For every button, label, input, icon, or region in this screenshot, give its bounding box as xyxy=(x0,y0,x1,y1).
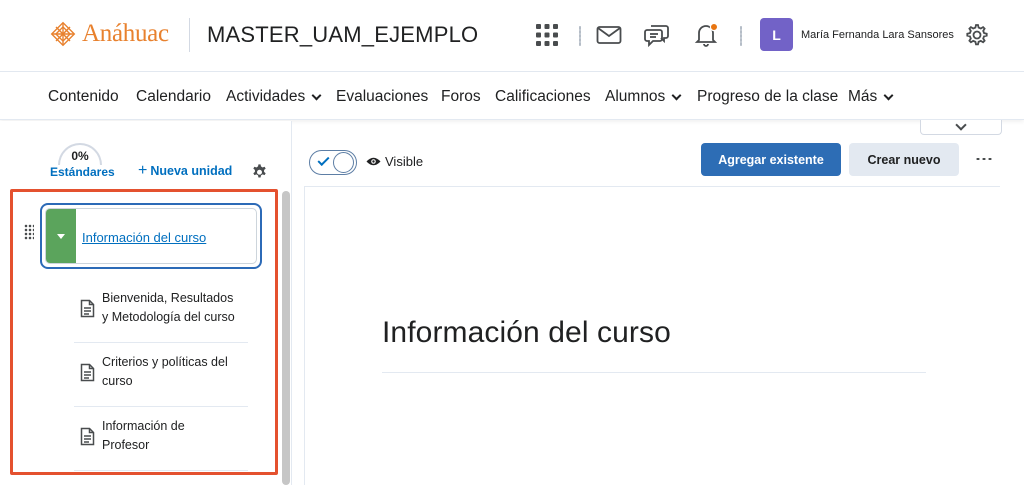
header-separator xyxy=(579,26,581,46)
new-unit-button[interactable]: + Nueva unidad xyxy=(138,163,232,179)
check-icon xyxy=(317,153,330,167)
document-icon xyxy=(80,299,95,323)
create-new-button[interactable]: Crear nuevo xyxy=(849,143,959,176)
course-title[interactable]: MASTER_UAM_EJEMPLO xyxy=(207,22,478,48)
progress-value: 0% xyxy=(71,149,89,163)
topic-label: Información de Profesor xyxy=(102,419,185,452)
unit-color-bar xyxy=(46,209,76,263)
toggle-knob xyxy=(333,152,354,173)
nav-label: Calificaciones xyxy=(495,88,591,105)
topic-item[interactable]: Bienvenida, Resultados y Metodología del… xyxy=(74,279,248,343)
unit-card[interactable]: Información del curso xyxy=(40,203,262,269)
nav-label: Alumnos xyxy=(605,88,666,105)
bell-icon[interactable] xyxy=(691,20,721,50)
unit-card-inner: Información del curso xyxy=(45,208,257,264)
nav-mas[interactable]: Más xyxy=(848,88,894,106)
chevron-down-icon xyxy=(955,119,967,131)
top-header: Anáhuac MASTER_UAM_EJEMPLO L María Ferna xyxy=(0,0,1024,72)
more-options-icon[interactable] xyxy=(975,157,993,161)
document-icon xyxy=(80,427,95,451)
toolbar-divider xyxy=(304,186,1000,187)
nav-calendario[interactable]: Calendario xyxy=(136,88,211,106)
nav-actividades[interactable]: Actividades xyxy=(226,88,322,106)
nav-contenido[interactable]: Contenido xyxy=(48,88,119,106)
nav-collapse-button[interactable] xyxy=(920,119,1002,135)
nav-label: Progreso de la clase xyxy=(697,88,839,105)
nav-foros[interactable]: Foros xyxy=(441,88,481,106)
nav-alumnos[interactable]: Alumnos xyxy=(605,88,682,106)
nav-evaluaciones[interactable]: Evaluaciones xyxy=(336,88,428,106)
visibility-status: Visible xyxy=(366,154,423,169)
chevron-down-icon xyxy=(671,90,682,100)
content-divider xyxy=(304,187,305,485)
nav-calificaciones[interactable]: Calificaciones xyxy=(495,88,591,106)
eye-icon xyxy=(366,157,381,166)
nav-label: Actividades xyxy=(226,88,306,105)
document-icon xyxy=(80,363,95,387)
gear-icon[interactable] xyxy=(961,20,991,50)
nav-label: Más xyxy=(848,88,878,105)
standards-link[interactable]: Estándares xyxy=(50,165,115,179)
sidebar-scrollbar[interactable] xyxy=(282,191,290,485)
header-divider xyxy=(189,18,190,52)
visibility-toggle[interactable] xyxy=(309,150,357,175)
logo-mark-icon xyxy=(48,19,78,49)
unit-heading: Información del curso xyxy=(382,316,671,349)
nav-progreso[interactable]: Progreso de la clase xyxy=(697,88,838,106)
nav-label: Contenido xyxy=(48,88,119,105)
chevron-down-icon xyxy=(311,90,322,100)
nav-label: Evaluaciones xyxy=(336,88,429,105)
drag-handle-icon[interactable] xyxy=(24,224,34,240)
course-navbar: Contenido Calendario Actividades Evaluac… xyxy=(0,72,1024,120)
avatar[interactable]: L xyxy=(760,18,793,51)
mail-icon[interactable] xyxy=(594,20,624,50)
apps-grid-icon[interactable] xyxy=(532,20,562,50)
settings-gear-icon[interactable] xyxy=(251,163,268,185)
add-existing-button[interactable]: Agregar existente xyxy=(701,143,841,176)
user-name[interactable]: María Fernanda Lara Sansores xyxy=(801,29,954,41)
caret-down-icon[interactable] xyxy=(57,234,65,239)
content-sidebar: 0% Estándares + Nueva unidad Información… xyxy=(0,121,292,485)
heading-rule xyxy=(382,372,926,373)
new-unit-label: Nueva unidad xyxy=(150,164,233,178)
topic-label: Bienvenida, Resultados y Metodología del… xyxy=(102,291,235,324)
plus-icon: + xyxy=(138,162,148,179)
header-separator xyxy=(740,26,742,46)
nav-label: Foros xyxy=(441,88,481,105)
unit-title-link[interactable]: Información del curso xyxy=(82,230,206,245)
chevron-down-icon xyxy=(883,90,894,100)
topic-item[interactable]: Criterios y políticas del curso xyxy=(74,343,248,407)
logo-text: Anáhuac xyxy=(82,20,169,47)
topic-label: Criterios y políticas del curso xyxy=(102,355,228,388)
anahuac-logo[interactable]: Anáhuac xyxy=(48,16,169,52)
visible-label: Visible xyxy=(385,154,424,169)
chat-icon[interactable] xyxy=(642,20,672,50)
nav-label: Calendario xyxy=(136,88,211,105)
topic-item[interactable]: Información de Profesor xyxy=(74,407,248,471)
